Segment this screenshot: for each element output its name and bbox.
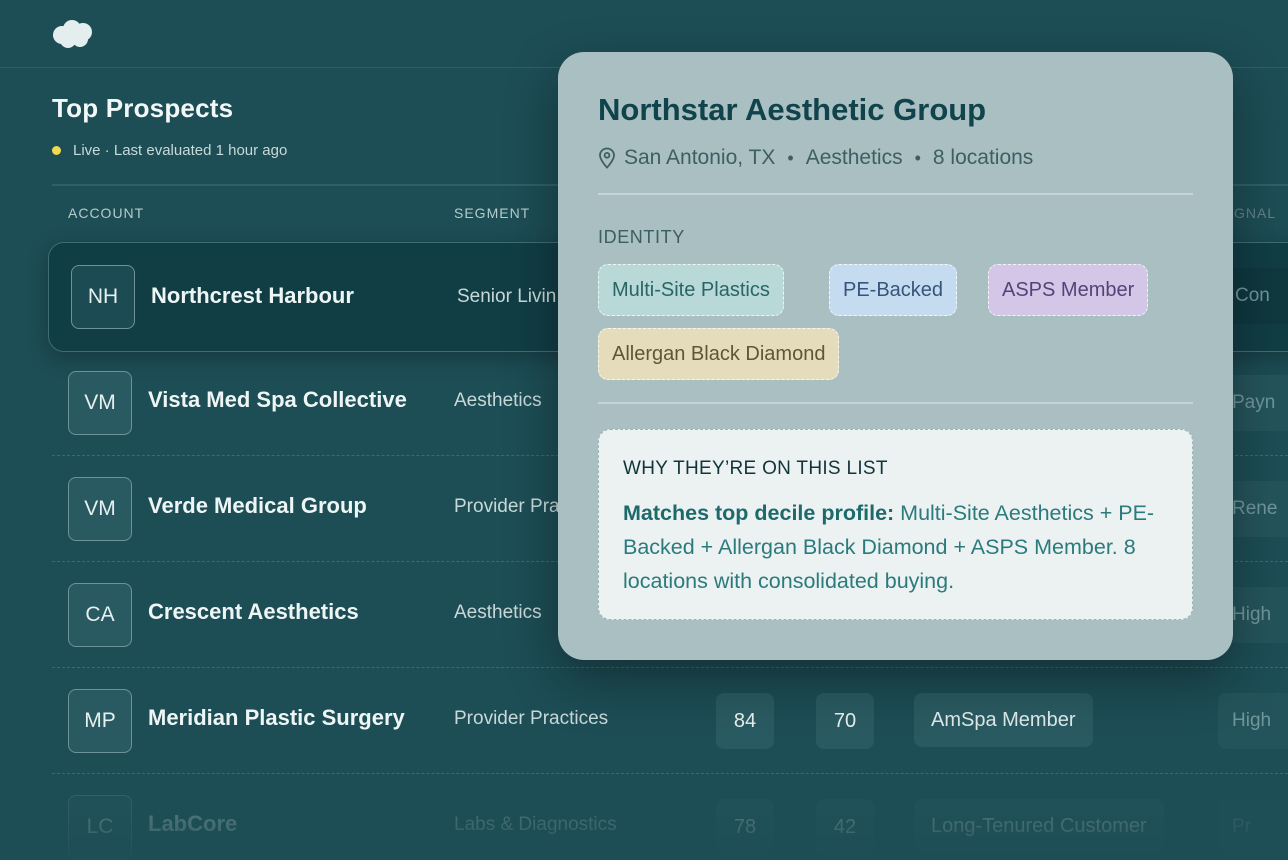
locations-count: 8 locations [932,146,1034,169]
tag-allergan-black-diamond: Allergan Black Diamond [598,328,840,380]
avatar: NH [71,265,135,329]
signal-badge: Pr [1218,799,1288,855]
account-name[interactable]: Crescent Aesthetics [148,599,359,625]
account-name[interactable]: Meridian Plastic Surgery [148,705,405,731]
signal-badge: Long-Tenured Customer [914,799,1164,853]
location-text: San Antonio, TX [624,146,776,169]
cloud-logo[interactable] [50,18,96,50]
tag-multi-site-plastics: Multi-Site Plastics [598,264,784,316]
segment-label: Aesthetics [454,390,542,411]
why-heading: WHY THEY’RE ON THIS LIST [623,458,888,479]
segment-label: Provider Pra [454,496,560,517]
avatar: VM [68,477,132,541]
live-dot-icon [52,146,61,155]
tag-pe-backed: PE-Backed [829,264,958,316]
meta-separator: • [914,147,921,168]
segment-text: Aesthetics [805,146,903,169]
account-name[interactable]: Verde Medical Group [148,493,367,519]
avatar: VM [68,371,132,435]
why-text: Matches top decile profile: Multi-Site A… [623,496,1175,598]
live-status: Live · Last evaluated 1 hour ago [52,142,287,159]
column-header-segment[interactable]: SEGMENT [454,205,530,221]
segment-label: Provider Practices [454,708,609,729]
map-pin-icon [599,147,615,169]
tag-asps-member: ASPS Member [988,264,1149,316]
divider [598,193,1193,195]
avatar: LC [68,795,132,859]
table-row[interactable]: MP Meridian Plastic Surgery Provider Pra… [52,668,1288,774]
account-name[interactable]: Vista Med Spa Collective [148,387,407,413]
divider [598,402,1193,404]
column-header-signal[interactable]: GNAL [1234,205,1276,221]
table-row[interactable]: LC LabCore Labs & Diagnostics 78 42 Long… [52,774,1288,860]
card-title: Northstar Aesthetic Group [598,92,987,127]
account-meta: San Antonio, TX • Aesthetics • 8 locatio… [598,146,1033,170]
account-name[interactable]: Northcrest Harbour [151,283,354,309]
account-name[interactable]: LabCore [148,811,237,837]
signal-badge: High [1218,693,1288,749]
status-text: Live · Last evaluated 1 hour ago [73,142,288,159]
fit-score: 78 [716,799,774,855]
page-title: Top Prospects [52,93,234,123]
intent-score: 42 [816,799,874,855]
meta-separator: • [787,147,794,168]
account-detail-card: Northstar Aesthetic Group San Antonio, T… [558,52,1233,660]
why-lead: Matches top decile profile: [623,501,895,525]
signal-badge: AmSpa Member [914,693,1093,747]
why-on-list-box: WHY THEY’RE ON THIS LIST Matches top dec… [598,429,1193,620]
identity-label: IDENTITY [598,227,685,247]
segment-label: Senior Livin [457,286,557,307]
segment-label: Aesthetics [454,602,542,623]
intent-score: 70 [816,693,874,749]
avatar: CA [68,583,132,647]
avatar: MP [68,689,132,753]
column-header-account[interactable]: ACCOUNT [68,205,144,221]
segment-label: Labs & Diagnostics [454,814,617,835]
fit-score: 84 [716,693,774,749]
